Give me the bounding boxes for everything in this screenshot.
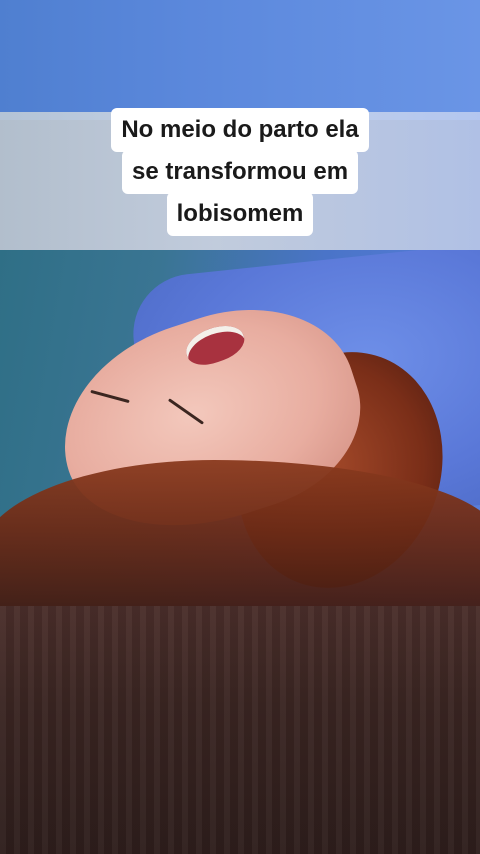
hair-front-shape (0, 460, 480, 606)
caption-line-1: No meio do parto ela (111, 108, 369, 152)
video-backdrop-bottom (0, 606, 480, 854)
caption-row: lobisomem (0, 192, 480, 236)
video-frame[interactable]: No meio do parto ela se transformou em l… (0, 0, 480, 854)
caption-row: se transformou em (0, 150, 480, 194)
caption-line-3: lobisomem (166, 192, 314, 236)
video-backdrop-top (0, 0, 480, 120)
caption-line-2: se transformou em (121, 150, 359, 194)
video-scene[interactable] (0, 250, 480, 606)
video-caption: No meio do parto ela se transformou em l… (0, 108, 480, 236)
caption-row: No meio do parto ela (0, 108, 480, 152)
